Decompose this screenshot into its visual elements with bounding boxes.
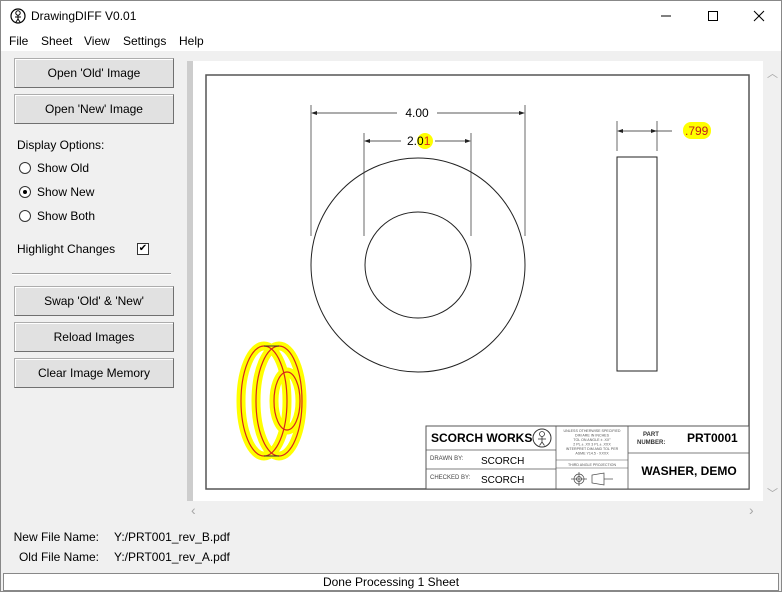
checked-by-label: CHECKED BY: <box>430 475 471 481</box>
arrowhead <box>465 139 471 143</box>
status-bar: Done Processing 1 Sheet <box>3 573 779 591</box>
control-panel: Open 'Old' Image Open 'New' Image Displa… <box>1 51 186 521</box>
dim-outer-diameter: 4.00 <box>405 106 429 120</box>
display-options-label: Display Options: <box>17 138 105 152</box>
new-file-value: Y:/PRT001_rev_B.pdf <box>114 530 230 544</box>
arrowhead <box>364 139 370 143</box>
open-old-image-button[interactable]: Open 'Old' Image <box>14 58 174 88</box>
old-file-value: Y:/PRT001_rev_A.pdf <box>114 550 230 564</box>
menu-help[interactable]: Help <box>179 34 204 48</box>
arrowhead <box>311 111 317 115</box>
radio-indicator[interactable] <box>19 210 31 222</box>
status-text: Done Processing 1 Sheet <box>322 575 460 589</box>
title-block: SCORCH WORKS DRAWN BY: SCORCH CHECKED BY… <box>425 425 750 490</box>
reload-images-button[interactable]: Reload Images <box>14 322 174 352</box>
arrowhead <box>651 129 657 133</box>
radio-label: Show Old <box>37 161 90 175</box>
part-name: WASHER, DEMO <box>641 464 736 478</box>
washer-outer-circle <box>310 157 526 373</box>
isometric-view-changed <box>236 341 307 461</box>
radio-label: Show New <box>37 185 95 199</box>
new-file-label: New File Name: <box>13 530 99 544</box>
tolerance-note: TOL ON ANGLE ± .XX° <box>573 438 611 442</box>
scroll-left-icon[interactable]: ‹ <box>191 502 196 518</box>
part-number-label: NUMBER: <box>637 440 665 446</box>
washer-side-view <box>616 156 658 372</box>
radio-indicator[interactable] <box>19 186 31 198</box>
menu-view[interactable]: View <box>84 34 110 48</box>
window-title: DrawingDIFF V0.01 <box>31 9 137 23</box>
horizontal-scrollbar[interactable]: ‹ › <box>187 501 763 518</box>
drawn-by-label: DRAWN BY: <box>430 456 464 462</box>
arrowhead <box>519 111 525 115</box>
menu-settings[interactable]: Settings <box>123 34 166 48</box>
washer-inner-circle <box>364 211 472 319</box>
drawing-canvas[interactable]: 4.00 2.01 .799 SCORCH WORKS DRAWN BY: SC… <box>187 61 763 501</box>
dim-inner-diameter: 2.01 <box>407 134 431 148</box>
separator <box>12 273 171 275</box>
highlight-changes-checkbox[interactable]: ✔ <box>137 243 149 255</box>
radio-indicator[interactable] <box>19 162 31 174</box>
show-new-radio[interactable]: Show New <box>19 184 94 200</box>
title-bar: DrawingDIFF V0.01 <box>1 1 781 31</box>
scroll-right-icon[interactable]: › <box>749 502 754 518</box>
company-name: SCORCH WORKS <box>431 431 532 445</box>
canvas-edge <box>187 61 193 501</box>
old-file-label: Old File Name: <box>18 550 99 564</box>
show-both-radio[interactable]: Show Both <box>19 208 95 224</box>
tolerance-note: 2 PL ± .XX 3 PL ± .XXX <box>573 443 611 447</box>
open-new-image-button[interactable]: Open 'New' Image <box>14 94 174 124</box>
arrowhead <box>617 129 623 133</box>
menu-sheet[interactable]: Sheet <box>41 34 72 48</box>
maximize-icon <box>708 11 718 21</box>
tolerance-note: DIM ARE IN INCHES <box>575 434 610 438</box>
maximize-button[interactable] <box>690 1 736 31</box>
tolerance-note: ASME Y14.5 - XXXX <box>575 452 609 456</box>
menu-bar: File Sheet View Settings Help <box>1 31 781 51</box>
checked-by-value: SCORCH <box>481 475 524 486</box>
close-button[interactable] <box>736 1 782 31</box>
scroll-up-icon[interactable]: ︿ <box>767 65 778 81</box>
dim-thickness: .799 <box>685 124 709 138</box>
part-number-value: PRT0001 <box>687 431 738 445</box>
minimize-icon <box>661 15 671 17</box>
highlight-changes-label: Highlight Changes <box>17 242 116 256</box>
part-number-label: PART <box>643 432 659 438</box>
swap-old-new-button[interactable]: Swap 'Old' & 'New' <box>14 286 174 316</box>
minimize-button[interactable] <box>643 1 689 31</box>
scroll-down-icon[interactable]: ﹀ <box>767 485 778 501</box>
radio-label: Show Both <box>37 209 96 223</box>
vertical-scrollbar[interactable]: ︿ ﹀ <box>763 61 780 501</box>
menu-file[interactable]: File <box>9 34 28 48</box>
app-logo-icon <box>10 8 26 24</box>
tolerance-note: INTERPRET DIM AND TOL PER <box>566 447 619 451</box>
clear-image-memory-button[interactable]: Clear Image Memory <box>14 358 174 388</box>
drawing-sheet: 4.00 2.01 .799 SCORCH WORKS DRAWN BY: SC… <box>205 74 750 490</box>
app-window: DrawingDIFF V0.01 File Sheet View Settin… <box>0 0 782 592</box>
drawn-by-value: SCORCH <box>481 456 524 467</box>
tolerance-note: UNLESS OTHERWISE SPECIFIED <box>563 429 620 433</box>
close-icon <box>753 10 765 22</box>
projection-label: THIRD ANGLE PROJECTION <box>568 463 617 467</box>
show-old-radio[interactable]: Show Old <box>19 160 89 176</box>
